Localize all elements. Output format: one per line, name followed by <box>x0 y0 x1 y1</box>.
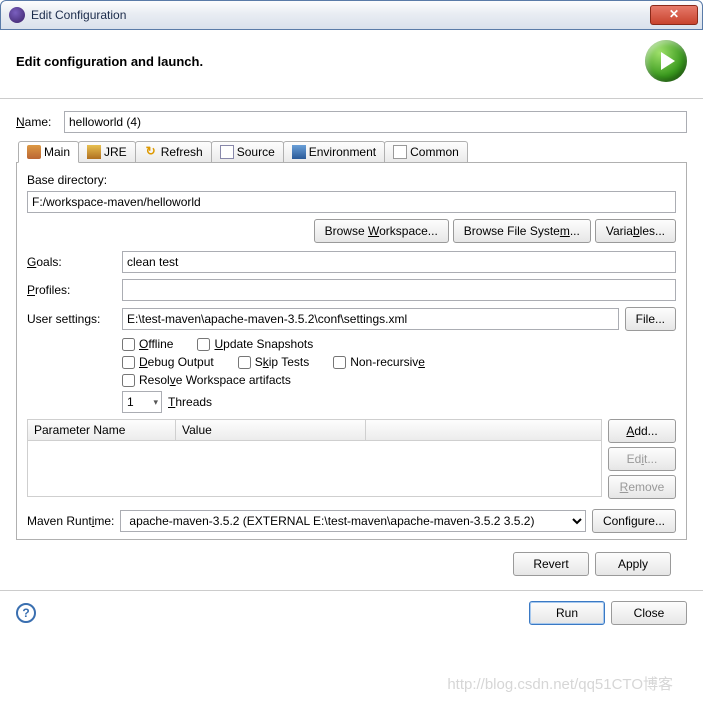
help-icon[interactable]: ? <box>16 603 36 623</box>
variables-button[interactable]: Variables... <box>595 219 676 243</box>
col-value: Value <box>176 420 366 440</box>
non-recursive-checkbox[interactable]: Non-recursive <box>333 355 425 369</box>
col-blank <box>366 420 601 440</box>
base-dir-label: Base directory: <box>27 173 676 187</box>
environment-icon <box>292 145 306 159</box>
refresh-icon: ↻ <box>144 145 158 159</box>
col-parameter-name: Parameter Name <box>28 420 176 440</box>
maven-runtime-select[interactable]: apache-maven-3.5.2 (EXTERNAL E:\test-mav… <box>120 510 586 532</box>
remove-param-button[interactable]: Remove <box>608 475 676 499</box>
tab-bar: Main JRE ↻Refresh Source Environment Com… <box>16 141 687 163</box>
debug-output-checkbox[interactable]: Debug Output <box>122 355 214 369</box>
tab-refresh[interactable]: ↻Refresh <box>135 141 212 162</box>
base-dir-input[interactable] <box>27 191 676 213</box>
tab-jre[interactable]: JRE <box>78 141 136 162</box>
run-button[interactable]: Run <box>529 601 605 625</box>
title-bar: Edit Configuration ✕ <box>0 0 703 30</box>
table-header: Parameter Name Value <box>28 420 601 441</box>
main-tab-panel: Base directory: Browse Workspace... Brow… <box>16 163 687 540</box>
tab-source[interactable]: Source <box>211 141 284 162</box>
threads-spinner[interactable]: 1 <box>122 391 162 413</box>
profiles-label: Profiles: <box>27 283 122 297</box>
source-icon <box>220 145 234 159</box>
apply-button[interactable]: Apply <box>595 552 671 576</box>
threads-label: Threads <box>168 395 212 409</box>
file-button[interactable]: File... <box>625 307 676 331</box>
revert-button[interactable]: Revert <box>513 552 589 576</box>
tab-environment[interactable]: Environment <box>283 141 385 162</box>
profiles-input[interactable] <box>122 279 676 301</box>
jre-icon <box>87 145 101 159</box>
edit-param-button[interactable]: Edit... <box>608 447 676 471</box>
common-icon <box>393 145 407 159</box>
skip-tests-checkbox[interactable]: Skip Tests <box>238 355 309 369</box>
tab-common[interactable]: Common <box>384 141 468 162</box>
watermark-text: http://blog.csdn.net/qq51CTO博客 <box>447 673 673 694</box>
tab-main[interactable]: Main <box>18 141 79 163</box>
name-input[interactable] <box>64 111 687 133</box>
window-close-button[interactable]: ✕ <box>650 5 698 25</box>
user-settings-input[interactable] <box>122 308 619 330</box>
header-title: Edit configuration and launch. <box>16 54 645 69</box>
name-label: Name: <box>16 115 64 129</box>
browse-workspace-button[interactable]: Browse Workspace... <box>314 219 449 243</box>
resolve-workspace-checkbox[interactable]: Resolve Workspace artifacts <box>122 373 291 387</box>
offline-checkbox[interactable]: Offline <box>122 337 173 351</box>
run-icon <box>645 40 687 82</box>
configure-button[interactable]: Configure... <box>592 509 676 533</box>
eclipse-icon <box>9 7 25 23</box>
update-snapshots-checkbox[interactable]: Update Snapshots <box>197 337 313 351</box>
goals-label: Goals: <box>27 255 122 269</box>
dialog-header: Edit configuration and launch. <box>0 30 703 99</box>
user-settings-label: User settings: <box>27 312 122 326</box>
browse-filesystem-button[interactable]: Browse File System... <box>453 219 591 243</box>
goals-input[interactable] <box>122 251 676 273</box>
maven-icon <box>27 145 41 159</box>
maven-runtime-label: Maven Runtime: <box>27 514 114 528</box>
window-title: Edit Configuration <box>31 8 650 22</box>
add-param-button[interactable]: Add... <box>608 419 676 443</box>
close-button[interactable]: Close <box>611 601 687 625</box>
parameters-table[interactable]: Parameter Name Value <box>27 419 602 497</box>
